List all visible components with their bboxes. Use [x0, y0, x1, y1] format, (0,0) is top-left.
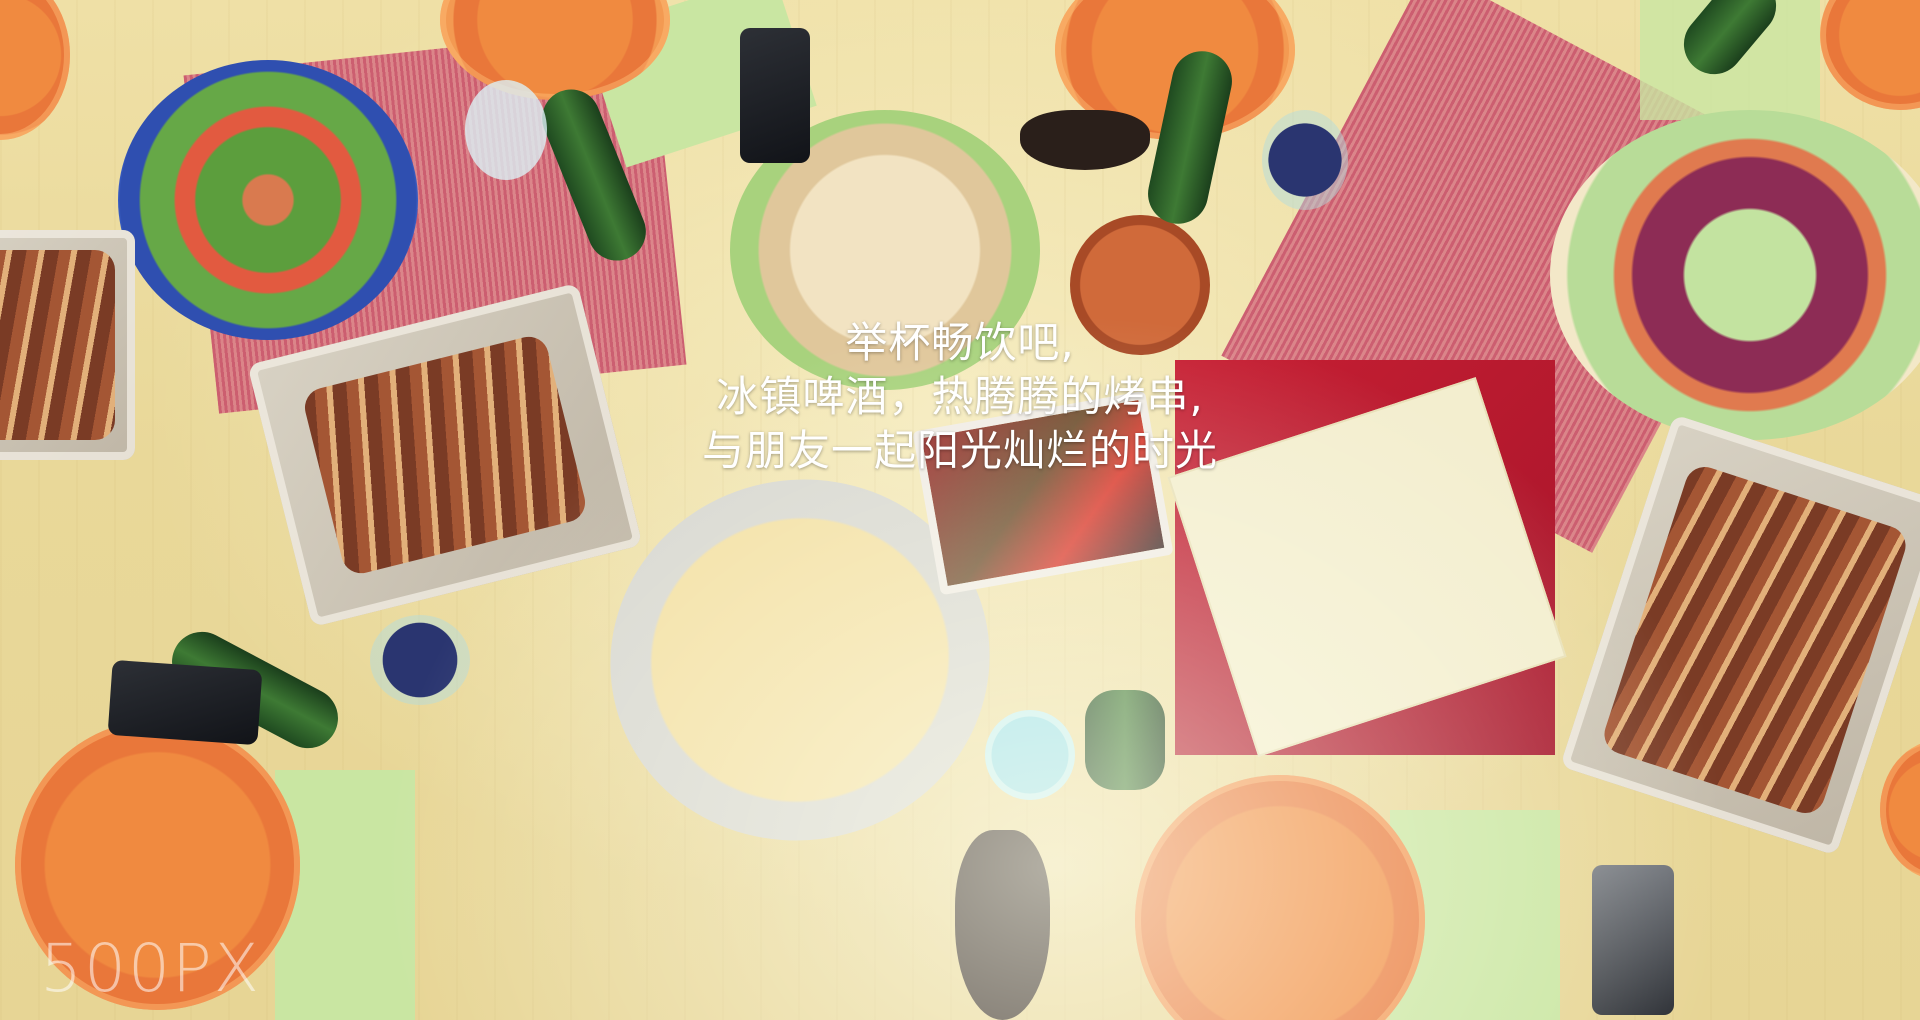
watermark-500px: 500PX [40, 930, 261, 1007]
light-wash [0, 0, 1920, 1020]
caption-line-3: 与朋友一起阳光灿烂的时光 [701, 426, 1218, 475]
caption-line-2: 冰镇啤酒，热腾腾的烤串, [716, 372, 1204, 421]
hero-photo: 举杯畅饮吧, 冰镇啤酒，热腾腾的烤串, 与朋友一起阳光灿烂的时光 500PX [0, 0, 1920, 1020]
caption-line-1: 举杯畅饮吧, [845, 318, 1075, 367]
hero-caption: 举杯畅饮吧, 冰镇啤酒，热腾腾的烤串, 与朋友一起阳光灿烂的时光 [0, 316, 1920, 478]
